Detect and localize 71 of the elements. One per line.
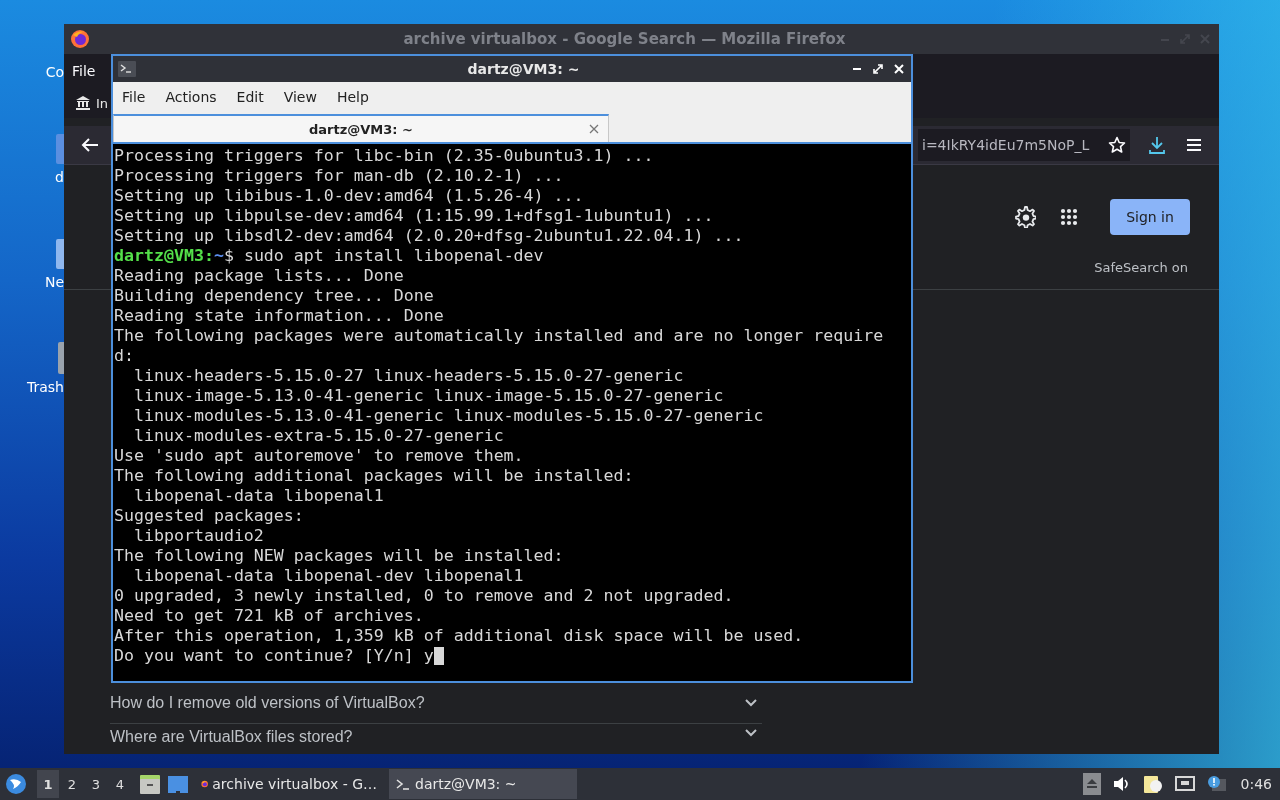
desktop-icon-label[interactable]: Ne: [44, 273, 64, 291]
address-field[interactable]: i=4IkRY4idEu7m5NoP_L: [918, 129, 1102, 161]
terminal-line: d:: [114, 346, 134, 366]
question-text[interactable]: Where are VirtualBox files stored?: [110, 728, 353, 746]
terminal-line: Setting up libpulse-dev:amd64 (1:15.99.1+dfsg1-1ubuntu1) ...: [114, 206, 714, 226]
terminal-line: libopenal-data libopenal1: [132, 486, 384, 506]
workspace-button[interactable]: 2: [61, 770, 83, 798]
sign-in-button[interactable]: Sign in: [1110, 199, 1190, 235]
desktop-icon-label[interactable]: Co: [45, 63, 64, 81]
terminal-line: The following NEW packages will be installed:: [114, 546, 564, 566]
menu-item[interactable]: Edit: [236, 89, 264, 105]
terminal-line: Processing triggers for man-db (2.10.2-1) ...: [114, 166, 564, 186]
terminal-line: Processing triggers for libc-bin (2.35-0ubuntu3.1) ...: [114, 146, 654, 166]
safesearch-label[interactable]: SafeSearch on: [1094, 259, 1188, 289]
terminal-line: Reading state information... Done: [114, 306, 444, 326]
menu-icon[interactable]: [1186, 138, 1202, 152]
question-text[interactable]: How do I remove old versions of VirtualBox?: [110, 694, 425, 712]
start-menu-icon[interactable]: [5, 773, 27, 795]
museum-icon: [76, 96, 90, 110]
terminal-line: Do you want to continue? [Y/n] y: [114, 646, 434, 666]
chevron-icon[interactable]: [744, 728, 758, 738]
file-manager-icon[interactable]: [139, 774, 161, 794]
terminal-line: The following additional packages will be installed:: [114, 466, 634, 486]
terminal-line: libopenal-data libopenal-dev libopenal1: [132, 566, 524, 586]
window-title: archive virtualbox - Google Search — Mozilla Firefox: [402, 30, 847, 48]
firefox-icon: [70, 29, 90, 49]
settings-icon[interactable]: [1014, 206, 1036, 228]
terminal-line: Use 'sudo apt autoremove' to remove them.: [114, 446, 524, 466]
terminal-line: Need to get 721 kB of archives.: [114, 606, 424, 626]
terminal-line: 0 upgraded, 3 newly installed, 0 to remove and 2 not upgraded.: [114, 586, 734, 606]
notification-icon[interactable]: [1206, 775, 1227, 793]
terminal-icon: [395, 777, 411, 791]
menu-item[interactable]: View: [283, 89, 317, 105]
bookmark-item[interactable]: In: [76, 95, 109, 111]
chevron-icon[interactable]: [744, 698, 758, 708]
network-icon[interactable]: [1174, 775, 1195, 793]
terminal-line: libportaudio2: [132, 526, 264, 546]
taskbar-task[interactable]: dartz@VM3: ~: [389, 769, 577, 799]
workspace-button[interactable]: 4: [109, 770, 131, 798]
terminal-line: After this operation, 1,359 kB of additional disk space will be used.: [114, 626, 804, 646]
clipboard-icon[interactable]: [1142, 774, 1163, 794]
terminal-line: dartz@VM3:~$ sudo apt install libopenal-dev: [114, 246, 544, 266]
window-title: dartz@VM3: ~: [466, 61, 581, 77]
terminal-line: linux-image-5.13.0-41-generic linux-image-5.15.0-27-generic: [132, 386, 724, 406]
terminal-line: Building dependency tree... Done: [114, 286, 434, 306]
terminal-line: Suggested packages:: [114, 506, 304, 526]
terminal-line: Setting up libsdl2-dev:amd64 (2.0.20+dfsg-2ubuntu1.22.04.1) ...: [114, 226, 744, 246]
workspace-button[interactable]: 1: [37, 770, 59, 798]
volume-icon[interactable]: [1112, 776, 1131, 792]
clock[interactable]: 0:46: [1240, 776, 1272, 792]
back-arrow-icon[interactable]: [81, 137, 99, 153]
desktop-icon-label[interactable]: Trash: [27, 378, 64, 396]
eject-icon[interactable]: [1082, 773, 1101, 795]
terminal-tab[interactable]: dartz@VM3: ~: [113, 114, 609, 142]
apps-grid-icon[interactable]: [1060, 208, 1078, 226]
menu-item[interactable]: Actions: [165, 89, 217, 105]
terminal-line: Setting up libibus-1.0-dev:amd64 (1.5.26-4) ...: [114, 186, 584, 206]
terminal-icon: [118, 61, 136, 77]
terminal-line: The following packages were automatically installed and are no longer require: [114, 326, 884, 346]
terminal-line: linux-modules-5.13.0-41-generic linux-modules-5.15.0-27-generic: [132, 406, 764, 426]
menu-item[interactable]: File: [72, 63, 96, 79]
download-icon[interactable]: [1148, 136, 1166, 154]
menu-item[interactable]: Help: [336, 89, 369, 105]
menu-item[interactable]: File: [122, 89, 146, 105]
desktop-icon-label[interactable]: d: [55, 168, 64, 186]
terminal-line: Reading package lists... Done: [114, 266, 404, 286]
terminal-line: linux-headers-5.15.0-27 linux-headers-5.15.0-27-generic: [132, 366, 684, 386]
star-icon[interactable]: [1108, 136, 1126, 154]
terminal-line: linux-modules-extra-5.15.0-27-generic: [132, 426, 504, 446]
workspace-button[interactable]: 3: [85, 770, 107, 798]
taskbar-task[interactable]: archive virtualbox - G…: [195, 769, 383, 799]
